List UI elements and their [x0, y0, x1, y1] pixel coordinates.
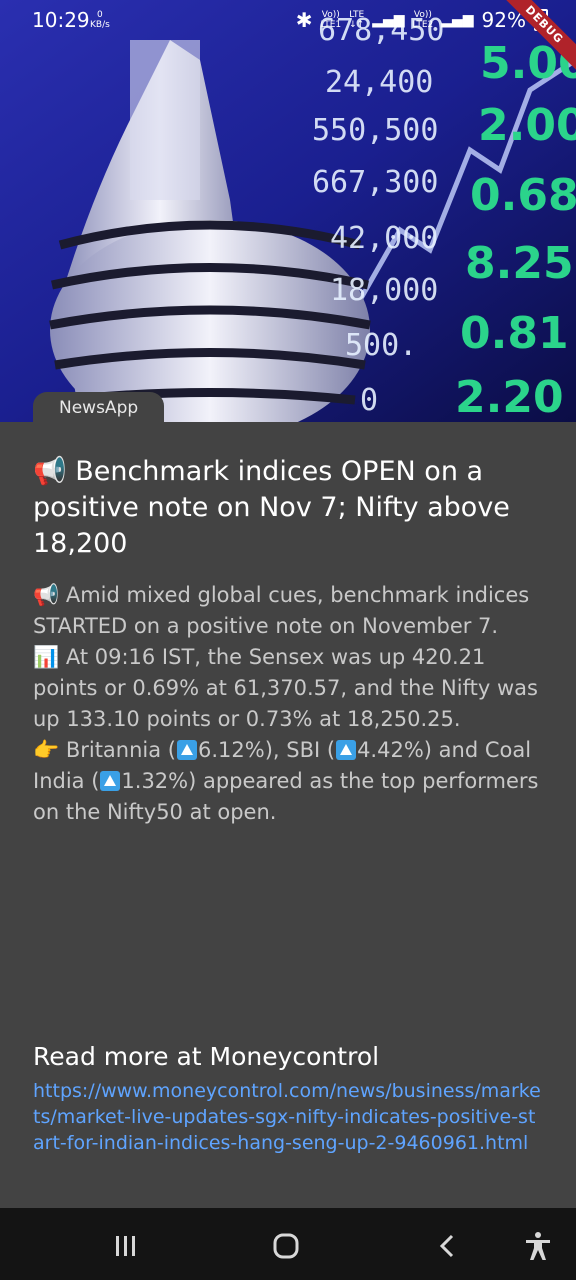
volte-1-indicator: Vo)) LTE1 [320, 10, 341, 30]
volte-1-top: Vo)) [321, 10, 340, 20]
up-arrow-icon [336, 740, 357, 760]
article-content: 📢 Benchmark indices OPEN on a positive n… [33, 454, 543, 828]
article-hero-image: 678,450 24,400 550,500 667,300 42,000 18… [0, 0, 576, 422]
ticker-right-3: 8.25 [465, 238, 574, 289]
ticker-right-2: 0.68 [470, 170, 576, 221]
ticker-left-7: 0 [360, 383, 378, 418]
back-button[interactable] [432, 1230, 464, 1262]
read-more-label: Read more at Moneycontrol [33, 1042, 380, 1071]
source-chip: NewsApp [33, 392, 165, 424]
volte-2-top: Vo)) [413, 10, 432, 20]
lte-label: LTE [349, 10, 365, 20]
ticker-left-5: 18,000 [330, 273, 438, 308]
read-more-section: Read more at Moneycontrol https://www.mo… [33, 1040, 543, 1156]
home-button[interactable] [270, 1230, 302, 1262]
home-icon [273, 1233, 299, 1259]
ticker-right-1: 2.00 [478, 100, 576, 151]
summary-britannia-value: 6.12%), SBI ( [198, 738, 336, 762]
status-time: 10:29 [32, 8, 90, 32]
ticker-left-1: 24,400 [325, 65, 433, 100]
accessibility-icon [526, 1232, 550, 1260]
source-url-link[interactable]: https://www.moneycontrol.com/news/busine… [33, 1078, 543, 1156]
ticker-left-4: 42,000 [330, 221, 438, 256]
article-summary: 📢 Amid mixed global cues, benchmark indi… [33, 580, 543, 828]
signal-2-icon: ▂▄▆ [441, 12, 474, 28]
lte-indicator: LTE ↓↑ [349, 10, 365, 30]
volte-2-indicator: Vo)) LTE2 [413, 10, 434, 30]
summary-paragraph-3: 👉 Britannia (6.12%), SBI (4.42%) and Coa… [33, 735, 543, 828]
status-indicators: ✱ Vo)) LTE1 LTE ↓↑ ▂▄▆ Vo)) LTE2 ▂▄▆ 92% [296, 8, 548, 32]
bluetooth-icon: ✱ [295, 8, 313, 32]
up-arrow-icon [177, 740, 197, 760]
summary-paragraph-2: 📊 At 09:16 IST, the Sensex was up 420.21… [33, 645, 538, 731]
ticker-right-5: 2.20 [455, 372, 564, 422]
navigation-bar [0, 1208, 576, 1280]
volte-2-bottom: LTE2 [412, 20, 434, 30]
stock-exchange-illustration: 678,450 24,400 550,500 667,300 42,000 18… [0, 0, 576, 422]
recent-apps-button[interactable] [110, 1230, 142, 1262]
summary-paragraph-3-lead: 👉 Britannia ( [33, 738, 176, 762]
ticker-left-3: 667,300 [312, 165, 438, 200]
ticker-left-6: 500. [345, 328, 417, 363]
ticker-left-2: 550,500 [312, 113, 438, 148]
up-arrow-icon [100, 771, 121, 791]
status-bar: 10:29 0 KB/s ✱ Vo)) LTE1 LTE ↓↑ ▂▄▆ Vo)) … [0, 0, 576, 74]
summary-paragraph-1: 📢 Amid mixed global cues, benchmark indi… [33, 583, 530, 638]
article-headline: 📢 Benchmark indices OPEN on a positive n… [33, 456, 510, 559]
network-speed-value: 0 [97, 10, 103, 20]
back-icon [439, 1234, 454, 1258]
network-speed-unit: KB/s [90, 20, 110, 30]
ticker-right-4: 0.81 [460, 308, 569, 359]
volte-1-bottom: LTE1 [320, 20, 342, 30]
network-speed: 0 KB/s [90, 10, 110, 30]
accessibility-button[interactable] [522, 1230, 554, 1262]
recent-apps-icon [116, 1236, 135, 1256]
signal-1-icon: ▂▄▆ [372, 12, 405, 28]
